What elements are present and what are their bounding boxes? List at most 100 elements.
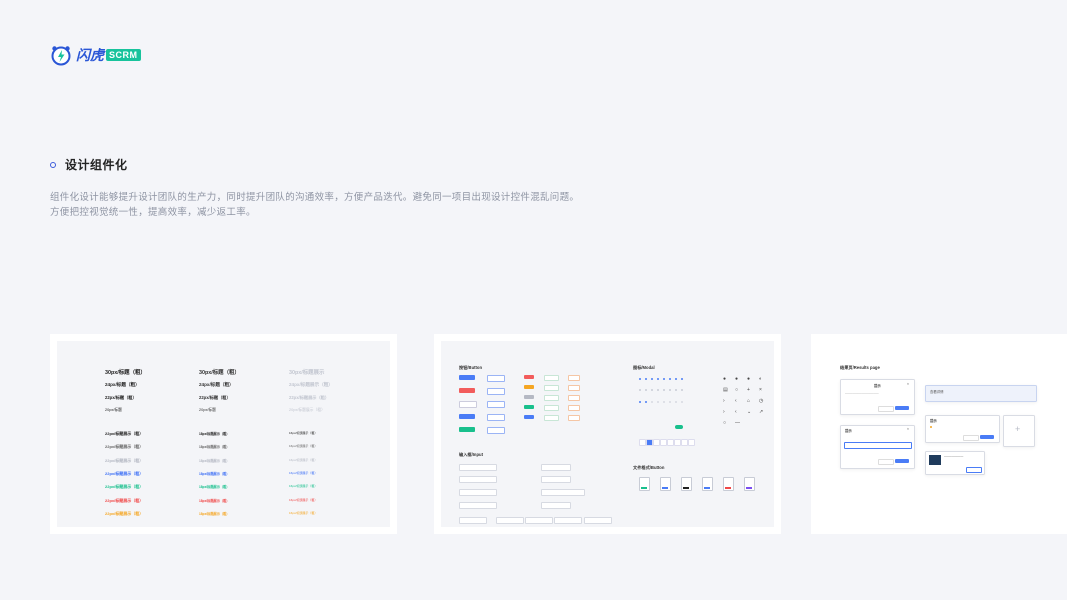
pagination-item[interactable] — [674, 439, 681, 446]
modal-title: 提示 — [874, 384, 881, 388]
confirm-button[interactable] — [895, 406, 909, 410]
text-input[interactable] — [459, 489, 497, 496]
tag-button[interactable] — [544, 405, 559, 411]
text-input[interactable] — [541, 489, 585, 496]
modal-input[interactable] — [844, 442, 912, 449]
tag-button[interactable] — [568, 385, 580, 391]
type-sample-col3: 20px/标题展示（粗） — [289, 408, 325, 412]
dot-icon — [657, 378, 659, 380]
file-icon — [723, 477, 734, 491]
cancel-button[interactable] — [878, 459, 894, 465]
primary-button[interactable] — [459, 388, 475, 393]
dot-icon — [657, 389, 659, 391]
color-sample-text: 22px/标题展示（粗） — [105, 470, 144, 476]
upload-box[interactable]: + — [1003, 415, 1035, 447]
text-input[interactable] — [459, 502, 497, 509]
primary-button[interactable] — [459, 401, 477, 408]
close-icon[interactable]: × — [907, 427, 909, 431]
outline-button[interactable] — [487, 414, 505, 421]
tag-button[interactable] — [544, 395, 559, 401]
cancel-button[interactable] — [963, 435, 979, 441]
input-section-label: 输入框/Input — [459, 452, 483, 457]
glyph-icon: ▤ — [723, 387, 728, 393]
tag-button[interactable] — [568, 375, 580, 381]
text-input[interactable] — [541, 476, 571, 483]
primary-button[interactable] — [459, 414, 475, 419]
pagination-item[interactable] — [688, 439, 695, 446]
pagination-item[interactable] — [660, 439, 667, 446]
select-input[interactable] — [554, 517, 582, 524]
modal-preview-3: 提示 — [925, 415, 1000, 443]
type-sample-col2: 22px/标题（粗） — [199, 395, 231, 400]
dot-icon — [681, 389, 683, 391]
tag-button[interactable] — [544, 375, 559, 381]
dot-icon — [645, 401, 647, 403]
tag-button[interactable] — [544, 385, 559, 391]
close-icon[interactable]: × — [907, 382, 909, 386]
glyph-icon: ‹ — [735, 398, 737, 404]
type-sample-col1: 24px/标题（粗） — [105, 382, 140, 387]
outline-button[interactable] — [487, 375, 505, 382]
outline-button[interactable] — [487, 427, 505, 434]
select-input[interactable] — [459, 517, 487, 524]
primary-button[interactable] — [459, 375, 475, 380]
description-line-2: 方便把控视觉统一性，提高效率，减少返工率。 — [50, 207, 256, 218]
dot-icon — [681, 401, 683, 403]
pagination-item[interactable] — [681, 439, 688, 446]
type-sample-col2: 20px/标题 — [199, 408, 216, 412]
outline-button[interactable] — [487, 401, 505, 408]
card-preview: ──────── — [925, 451, 985, 475]
tag-button[interactable] — [544, 415, 559, 421]
tag-button[interactable] — [568, 405, 580, 411]
color-sample-small: 18px/标题展示（粗） — [199, 511, 230, 516]
small-button[interactable] — [524, 395, 534, 399]
toggle-switch[interactable] — [675, 425, 683, 429]
components-card: 按钮/Button 输入框/Input 图标/Modal 文件格式/Button… — [434, 334, 781, 534]
small-button[interactable] — [524, 375, 534, 379]
glyph-icon: ○ — [735, 387, 739, 393]
confirm-button[interactable] — [895, 459, 909, 463]
type-sample-col1: 22px/标题（粗） — [105, 395, 137, 400]
type-sample-col1: 30px/标题（粗） — [105, 370, 146, 376]
small-button[interactable] — [524, 385, 534, 389]
brand-name: 闪虎 — [76, 47, 104, 63]
cancel-button[interactable] — [878, 406, 894, 412]
pagination-item[interactable] — [646, 439, 653, 446]
dot-icon — [651, 378, 653, 380]
dot-icon — [651, 401, 653, 403]
file-icon — [744, 477, 755, 491]
pagination-item[interactable] — [639, 439, 646, 446]
text-input[interactable] — [541, 502, 571, 509]
tag-button[interactable] — [568, 415, 580, 421]
card-button[interactable] — [966, 467, 982, 473]
text-input[interactable] — [459, 476, 497, 483]
glyph-icon: ↗ — [759, 409, 764, 415]
select-input[interactable] — [496, 517, 524, 524]
color-sample-small: 18px/标题展示（粗） — [199, 458, 230, 463]
small-button[interactable] — [524, 405, 534, 409]
glyph-icon: › — [723, 398, 725, 404]
tag-button[interactable] — [568, 395, 580, 401]
dot-icon — [645, 378, 647, 380]
select-input[interactable] — [525, 517, 553, 524]
modal-title: 提示 — [930, 419, 937, 423]
text-input[interactable] — [541, 464, 571, 471]
small-button[interactable] — [524, 415, 534, 419]
typography-panel: 30px/标题（粗） 24px/标题（粗） 22px/标题（粗） 20px/标题 30p… — [57, 341, 390, 527]
outline-button[interactable] — [487, 388, 505, 395]
section-description: 组件化设计能够提升设计团队的生产力，同时提升团队的沟通效率，方便产品迭代。避免同… — [50, 190, 579, 220]
text-input[interactable] — [459, 464, 497, 471]
file-icon — [681, 477, 692, 491]
dot-icon — [645, 389, 647, 391]
section-heading: 设计组件化 — [50, 156, 128, 173]
select-input[interactable] — [584, 517, 612, 524]
dot-icon — [675, 389, 677, 391]
color-sample-text: 22px/标题展示（粗） — [105, 431, 144, 436]
glyph-icon: ‹ — [735, 409, 737, 415]
pagination-item[interactable] — [667, 439, 674, 446]
primary-button[interactable] — [459, 427, 475, 432]
pagination-item[interactable] — [653, 439, 660, 446]
glyph-icon: ● — [735, 376, 739, 382]
confirm-button[interactable] — [980, 435, 994, 439]
dot-icon — [651, 389, 653, 391]
